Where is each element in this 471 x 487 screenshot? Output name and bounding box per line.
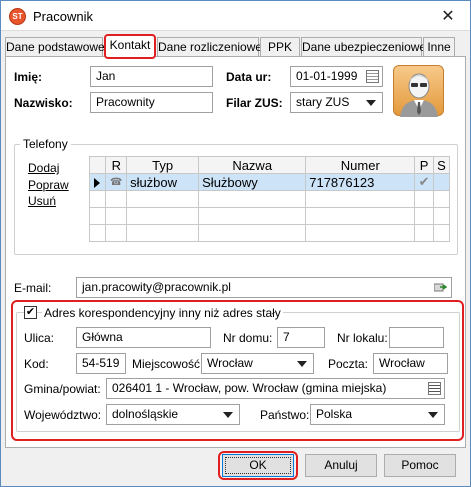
phones-header-row: R Typ Nazwa Numer P S [88, 156, 451, 174]
delete-phone-link[interactable]: Usuń [28, 194, 56, 208]
commune-label: Gmina/powiat: [24, 382, 101, 396]
chevron-down-icon [223, 412, 233, 418]
app-icon: ST [9, 8, 26, 25]
postcode-field[interactable]: 54-519 [76, 353, 126, 374]
alt-address-label: Adres korespondencyjny inny niż adres st… [42, 306, 283, 320]
chevron-down-icon [428, 412, 438, 418]
row-indicator [88, 173, 107, 191]
tab-dane-rozliczeniowe[interactable]: Dane rozliczeniowe [157, 37, 262, 57]
country-label: Państwo: [260, 408, 310, 422]
cancel-button[interactable]: Anuluj [305, 454, 377, 477]
tab-inne[interactable]: Inne [423, 37, 455, 57]
phone-icon: ☎ [105, 173, 128, 191]
window-title: Pracownik [33, 9, 93, 24]
post-office-label: Poczta: [328, 357, 369, 371]
birth-date-label: Data ur: [226, 70, 272, 84]
table-row[interactable]: ☎ służbow Służbowy 717876123 ✔ [88, 173, 451, 191]
person-avatar-icon [400, 73, 438, 117]
email-field[interactable]: jan.pracowity@pracownik.pl [76, 277, 452, 298]
birth-date-field[interactable]: 01-01-1999 [290, 66, 383, 87]
tab-dane-ubezpieczeniowe[interactable]: Dane ubezpieczeniowe [301, 37, 426, 57]
house-number-label: Nr domu: [223, 331, 273, 345]
column-header-numer[interactable]: Numer [305, 156, 416, 174]
email-value: jan.pracowity@pracownik.pl [82, 280, 231, 294]
postcode-label: Kod: [24, 357, 49, 371]
column-header-r[interactable]: R [105, 156, 128, 174]
column-header-typ[interactable]: Typ [126, 156, 200, 174]
table-row[interactable] [88, 190, 451, 208]
phone-s-cell[interactable] [432, 173, 451, 191]
phones-group-title: Telefony [20, 137, 71, 151]
last-name-field[interactable]: Pracownity [90, 92, 213, 113]
commune-value: 026401 1 - Wrocław, pow. Wrocław (gmina … [112, 381, 387, 395]
post-office-field[interactable]: Wrocław [373, 353, 448, 374]
arrow-right-icon [94, 178, 100, 188]
flat-number-label: Nr lokalu: [337, 331, 388, 345]
city-value: Wrocław [207, 356, 253, 370]
avatar[interactable] [393, 65, 444, 117]
list-picker-icon[interactable] [428, 382, 441, 395]
close-button[interactable]: ✕ [426, 1, 470, 30]
phone-type-cell[interactable]: służbow [126, 173, 200, 191]
last-name-label: Nazwisko: [14, 96, 73, 110]
commune-field[interactable]: 026401 1 - Wrocław, pow. Wrocław (gmina … [106, 378, 445, 399]
phone-number-cell[interactable]: 717876123 [305, 173, 416, 191]
city-label: Miejscowość: [132, 357, 204, 371]
row-indicator-header [88, 156, 107, 174]
alt-address-checkbox[interactable]: ✔ [24, 306, 37, 319]
phone-name-cell[interactable]: Służbowy [198, 173, 307, 191]
ok-button[interactable]: OK [222, 454, 294, 477]
email-label: E-mail: [14, 281, 52, 295]
tab-dane-podstawowe[interactable]: Dane podstawowe [5, 37, 105, 57]
check-icon[interactable]: ✔ [414, 173, 434, 191]
close-icon: ✕ [441, 7, 455, 25]
calendar-icon[interactable] [366, 70, 379, 83]
first-name-field[interactable]: Jan [90, 66, 213, 87]
chevron-down-icon [366, 100, 376, 106]
column-header-p[interactable]: P [414, 156, 434, 174]
country-select[interactable]: Polska [310, 404, 445, 425]
tab-kontakt[interactable]: Kontakt [104, 34, 156, 59]
table-row[interactable] [88, 207, 451, 225]
title-bar: ST Pracownik ✕ [1, 1, 470, 31]
voivodeship-label: Województwo: [24, 408, 102, 422]
edit-phone-link[interactable]: Popraw [28, 178, 69, 192]
help-button[interactable]: Pomoc [384, 454, 456, 477]
column-header-nazwa[interactable]: Nazwa [198, 156, 307, 174]
street-label: Ulica: [24, 331, 55, 345]
street-field[interactable]: Główna [76, 327, 211, 348]
flat-number-field[interactable] [389, 327, 444, 348]
birth-date-value: 01-01-1999 [296, 69, 358, 83]
first-name-label: Imię: [14, 70, 43, 84]
column-header-s[interactable]: S [432, 156, 451, 174]
zus-label: Filar ZUS: [226, 96, 283, 110]
tab-ppk[interactable]: PPK [260, 37, 300, 57]
kontakt-panel: Imię: Jan Nazwisko: Pracownity Data ur: … [5, 56, 466, 448]
country-value: Polska [316, 407, 353, 421]
zus-value: stary ZUS [296, 95, 350, 109]
add-phone-link[interactable]: Dodaj [28, 161, 59, 175]
table-row[interactable] [88, 224, 451, 242]
phones-table: R Typ Nazwa Numer P S ☎ służbow Służbowy… [88, 156, 451, 242]
city-select[interactable]: Wrocław [201, 353, 314, 374]
focus-ring [225, 457, 291, 474]
voivodeship-value: dolnośląskie [112, 407, 179, 421]
voivodeship-select[interactable]: dolnośląskie [106, 404, 240, 425]
house-number-field[interactable]: 7 [277, 327, 325, 348]
chevron-down-icon [297, 361, 307, 367]
send-mail-icon[interactable] [434, 282, 447, 293]
employee-dialog: ST Pracownik ✕ Dane podstawowe Kontakt D… [0, 0, 471, 487]
zus-select[interactable]: stary ZUS [290, 92, 383, 113]
